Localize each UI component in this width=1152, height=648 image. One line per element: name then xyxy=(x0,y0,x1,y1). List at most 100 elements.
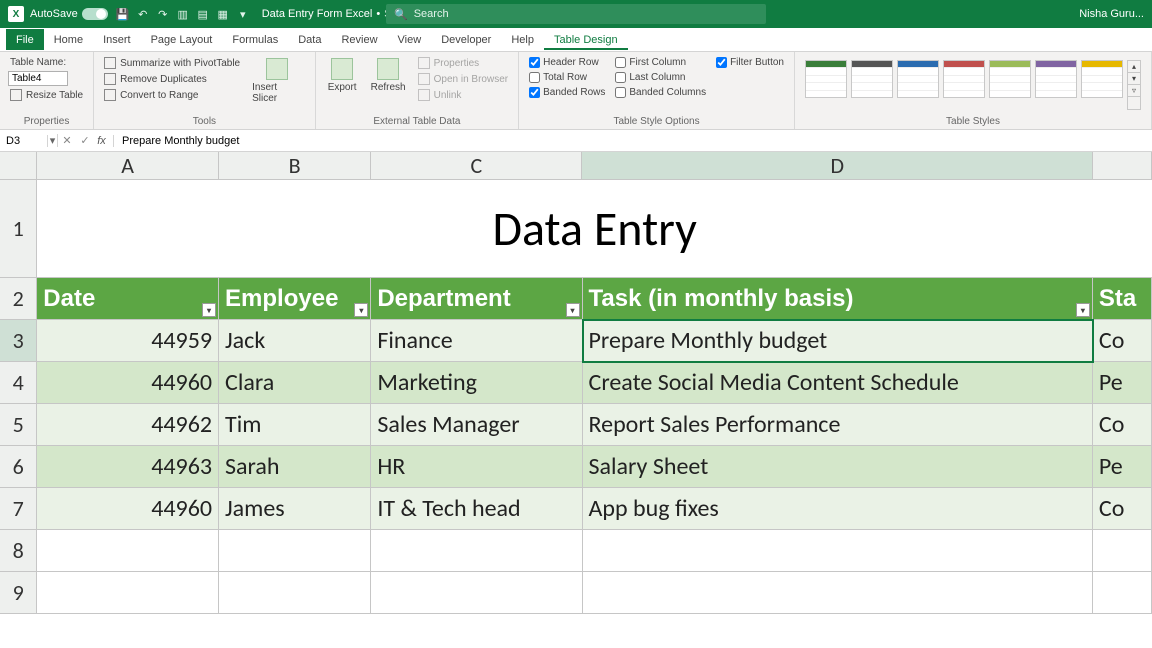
gallery-scroll[interactable]: ▴▾▿ xyxy=(1127,60,1141,110)
row-header[interactable]: 1 xyxy=(0,180,37,278)
table-header-cell[interactable]: Sta xyxy=(1093,278,1152,320)
qat-dropdown-icon[interactable]: ▾ xyxy=(236,7,250,21)
filter-button-check[interactable]: Filter Button xyxy=(714,56,786,69)
cell[interactable] xyxy=(37,530,219,572)
cell[interactable] xyxy=(1093,530,1152,572)
cell[interactable] xyxy=(371,530,582,572)
cell[interactable]: Co xyxy=(1093,320,1152,362)
row-header[interactable]: 5 xyxy=(0,404,37,446)
toggle-on-icon[interactable] xyxy=(82,8,108,20)
cell[interactable]: Pe xyxy=(1093,446,1152,488)
cell[interactable]: Co xyxy=(1093,404,1152,446)
cell[interactable]: Report Sales Performance xyxy=(583,404,1093,446)
spreadsheet-grid[interactable]: A B C D 1 Data Entry 2 Date▾ Employee▾ D… xyxy=(0,152,1152,614)
cell[interactable] xyxy=(219,572,371,614)
export-button[interactable]: Export xyxy=(324,56,361,114)
cell[interactable]: IT & Tech head xyxy=(371,488,582,530)
cell[interactable]: Finance xyxy=(371,320,582,362)
fx-icon[interactable]: fx xyxy=(94,135,114,147)
col-header-E[interactable] xyxy=(1093,152,1152,180)
enter-icon[interactable]: ✓ xyxy=(76,134,94,147)
tab-developer[interactable]: Developer xyxy=(431,29,501,50)
style-swatch[interactable] xyxy=(851,60,893,98)
qat-icon[interactable]: ▦ xyxy=(216,7,230,21)
tab-view[interactable]: View xyxy=(388,29,432,50)
style-swatch[interactable] xyxy=(943,60,985,98)
tab-data[interactable]: Data xyxy=(288,29,331,50)
tab-formulas[interactable]: Formulas xyxy=(222,29,288,50)
search-box[interactable]: 🔍 Search xyxy=(386,4,766,24)
merged-title-cell[interactable]: Data Entry xyxy=(37,180,1152,278)
row-header[interactable]: 9 xyxy=(0,572,37,614)
col-header-D[interactable]: D xyxy=(582,152,1093,180)
table-header-cell[interactable]: Date▾ xyxy=(37,278,219,320)
chevron-up-icon[interactable]: ▴ xyxy=(1128,61,1140,73)
cell[interactable] xyxy=(371,572,582,614)
formula-value[interactable]: Prepare Monthly budget xyxy=(114,135,239,147)
user-name[interactable]: Nisha Guru... xyxy=(1079,8,1144,20)
row-header[interactable]: 6 xyxy=(0,446,37,488)
tab-insert[interactable]: Insert xyxy=(93,29,141,50)
qat-icon[interactable]: ▤ xyxy=(196,7,210,21)
banded-rows-check[interactable]: Banded Rows xyxy=(527,86,607,99)
style-swatch[interactable] xyxy=(1081,60,1123,98)
save-icon[interactable]: 💾 xyxy=(116,7,130,21)
cell[interactable]: Tim xyxy=(219,404,371,446)
style-swatch[interactable] xyxy=(1035,60,1077,98)
convert-range-button[interactable]: Convert to Range xyxy=(102,88,242,102)
cell[interactable]: Jack xyxy=(219,320,371,362)
qat-icon[interactable]: ▥ xyxy=(176,7,190,21)
redo-icon[interactable]: ↷ xyxy=(156,7,170,21)
chevron-down-icon[interactable]: ▾ xyxy=(1128,73,1140,85)
filter-dropdown-icon[interactable]: ▾ xyxy=(202,303,216,317)
table-header-cell[interactable]: Task (in monthly basis)▾ xyxy=(583,278,1093,320)
col-header-B[interactable]: B xyxy=(219,152,371,180)
more-icon[interactable]: ▿ xyxy=(1128,85,1140,97)
row-header[interactable]: 8 xyxy=(0,530,37,572)
insert-slicer-button[interactable]: Insert Slicer xyxy=(248,56,307,114)
cell[interactable]: Create Social Media Content Schedule xyxy=(583,362,1093,404)
name-box[interactable]: D3 xyxy=(0,135,48,147)
autosave-toggle[interactable]: AutoSave xyxy=(30,8,108,20)
cell[interactable]: HR xyxy=(371,446,582,488)
table-header-cell[interactable]: Department▾ xyxy=(371,278,582,320)
cell[interactable]: 44963 xyxy=(37,446,219,488)
cell[interactable]: Co xyxy=(1093,488,1152,530)
cell[interactable]: 44960 xyxy=(37,362,219,404)
style-swatch[interactable] xyxy=(805,60,847,98)
table-header-cell[interactable]: Employee▾ xyxy=(219,278,371,320)
tab-page-layout[interactable]: Page Layout xyxy=(141,29,223,50)
row-header[interactable]: 7 xyxy=(0,488,37,530)
first-column-check[interactable]: First Column xyxy=(613,56,708,69)
style-swatch[interactable] xyxy=(897,60,939,98)
table-styles-gallery[interactable]: ▴▾▿ xyxy=(803,56,1143,114)
tab-help[interactable]: Help xyxy=(501,29,544,50)
cell[interactable] xyxy=(583,530,1093,572)
cell[interactable] xyxy=(219,530,371,572)
tab-file[interactable]: File xyxy=(6,29,44,50)
cell[interactable]: Clara xyxy=(219,362,371,404)
cell[interactable]: 44959 xyxy=(37,320,219,362)
resize-table-button[interactable]: Resize Table xyxy=(8,88,85,102)
cell[interactable]: Sales Manager xyxy=(371,404,582,446)
filter-dropdown-icon[interactable]: ▾ xyxy=(1076,303,1090,317)
cell[interactable]: Marketing xyxy=(371,362,582,404)
cancel-icon[interactable]: ✕ xyxy=(58,134,76,147)
row-header[interactable]: 4 xyxy=(0,362,37,404)
tab-review[interactable]: Review xyxy=(331,29,387,50)
tab-home[interactable]: Home xyxy=(44,29,93,50)
cell[interactable]: Sarah xyxy=(219,446,371,488)
header-row-check[interactable]: Header Row xyxy=(527,56,607,69)
cell[interactable]: App bug fixes xyxy=(583,488,1093,530)
banded-columns-check[interactable]: Banded Columns xyxy=(613,86,708,99)
active-cell[interactable]: Prepare Monthly budget xyxy=(583,320,1093,362)
refresh-button[interactable]: Refresh xyxy=(367,56,410,114)
style-swatch[interactable] xyxy=(989,60,1031,98)
cell[interactable] xyxy=(37,572,219,614)
col-header-A[interactable]: A xyxy=(37,152,219,180)
summarize-pivot-button[interactable]: Summarize with PivotTable xyxy=(102,56,242,70)
cell[interactable]: Salary Sheet xyxy=(583,446,1093,488)
table-name-input[interactable] xyxy=(8,71,68,86)
filter-dropdown-icon[interactable]: ▾ xyxy=(566,303,580,317)
row-header[interactable]: 2 xyxy=(0,278,37,320)
